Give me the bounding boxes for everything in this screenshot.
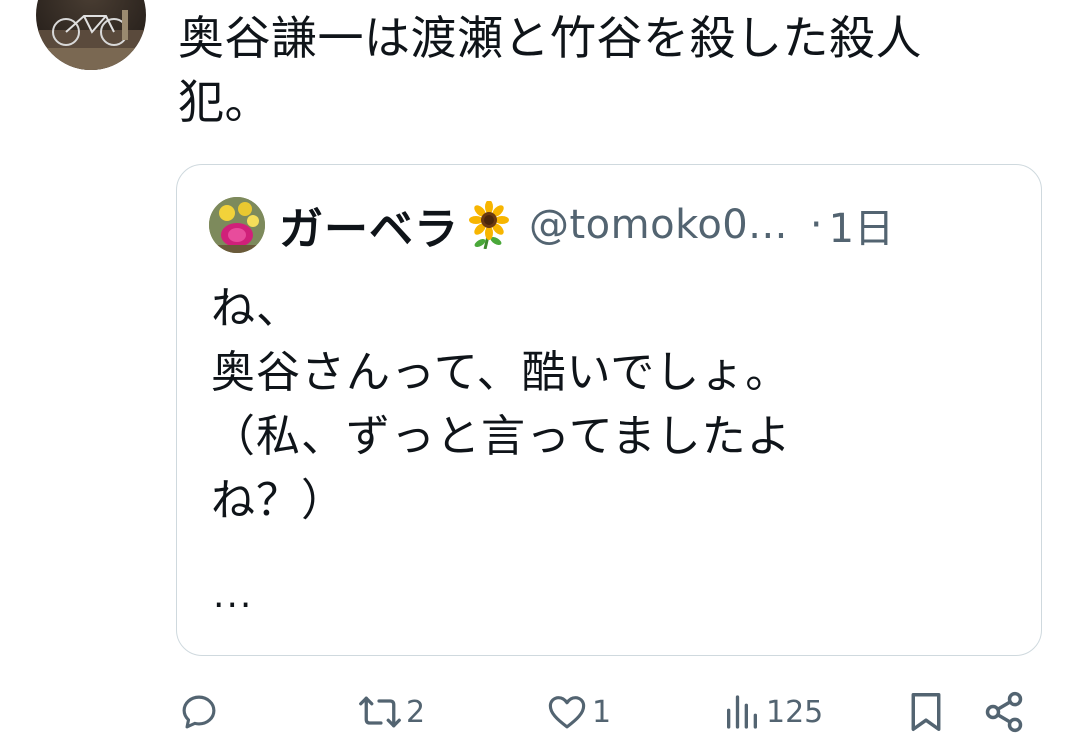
reply-icon [182,695,216,729]
bicycle-photo-icon [36,10,146,70]
post-text: 奥谷謙一は渡瀬と竹谷を殺した殺人 犯。 [178,11,922,129]
bookmark-button[interactable] [906,688,946,736]
repost-button[interactable]: 2 [358,688,425,736]
flower-photo-icon [209,197,265,253]
separator-dot: · [809,202,823,248]
quoted-post-header: ガーベラ @tomoko0... · 1日 [209,195,894,255]
share-icon [985,691,1023,733]
reply-button[interactable] [178,688,220,736]
author-avatar[interactable] [36,0,146,70]
quoted-post-card[interactable]: ガーベラ @tomoko0... · 1日 ね、 奥谷さんって、酷いでしょ。 （… [176,164,1042,656]
quoted-handle[interactable]: @tomoko0... [529,202,788,248]
bookmark-icon [911,692,941,731]
like-button[interactable]: 1 [546,688,611,736]
repost-count: 2 [406,694,426,730]
quoted-timestamp[interactable]: 1日 [829,196,894,254]
sunflower-emoji-icon [469,201,509,249]
views-icon [727,695,757,729]
quoted-display-name[interactable]: ガーベラ [279,193,459,257]
quoted-author-avatar[interactable] [209,197,265,253]
views-button[interactable]: 125 [722,688,823,736]
like-count: 1 [592,694,612,730]
repost-icon [359,696,401,728]
views-count: 125 [766,694,824,730]
quoted-post-more: ... [213,575,254,616]
share-button[interactable] [982,688,1026,736]
heart-icon [548,696,586,729]
quoted-post-text: ね、 奥谷さんって、酷いでしょ。 （私、ずっと言ってましたよ ね？） [211,283,792,526]
